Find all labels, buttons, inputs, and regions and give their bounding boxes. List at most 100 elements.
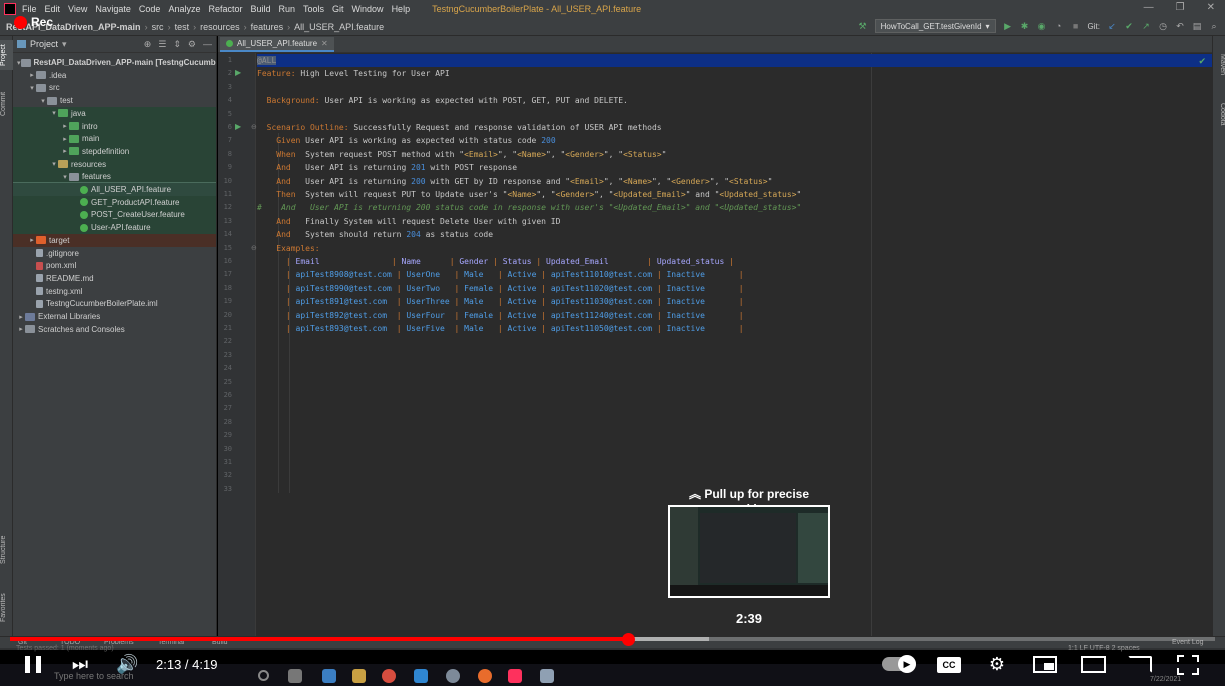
run-gutter-icon[interactable]: ▶ bbox=[235, 68, 241, 77]
project-panel-title[interactable]: Project bbox=[30, 39, 58, 49]
chevron-right-icon[interactable]: ▸ bbox=[17, 325, 25, 333]
menu-item-file[interactable]: File bbox=[22, 4, 37, 14]
breadcrumb-item[interactable]: test bbox=[175, 22, 190, 32]
tree-item[interactable]: GET_ProductAPI.feature bbox=[13, 195, 216, 209]
profile-icon[interactable]: ◔ bbox=[1054, 21, 1064, 31]
tab-all-user-api-feature[interactable]: All_USER_API.feature ✕ bbox=[220, 37, 334, 52]
history-icon[interactable]: ◷ bbox=[1158, 21, 1168, 31]
menu-item-analyze[interactable]: Analyze bbox=[168, 4, 200, 14]
taskbar-app-icon[interactable] bbox=[322, 669, 336, 683]
menu-item-help[interactable]: Help bbox=[392, 4, 411, 14]
close-icon[interactable]: ✕ bbox=[1207, 2, 1215, 13]
hide-panel-icon[interactable]: — bbox=[203, 39, 212, 50]
project-structure-icon[interactable]: ▤ bbox=[1192, 21, 1202, 31]
menu-item-refactor[interactable]: Refactor bbox=[208, 4, 242, 14]
menu-item-navigate[interactable]: Navigate bbox=[95, 4, 131, 14]
tool-tab-codota[interactable]: Codota bbox=[1213, 96, 1225, 132]
taskbar-app-icon[interactable] bbox=[288, 669, 302, 683]
pause-button[interactable] bbox=[22, 652, 44, 679]
breadcrumb-item[interactable]: resources bbox=[200, 22, 240, 32]
menu-item-code[interactable]: Code bbox=[139, 4, 161, 14]
minimize-icon[interactable]: — bbox=[1144, 2, 1154, 13]
chevron-right-icon[interactable]: ▸ bbox=[61, 135, 69, 143]
video-progress-bar[interactable] bbox=[10, 637, 1215, 641]
vscode-icon[interactable] bbox=[414, 669, 428, 683]
tree-item[interactable]: ▸ stepdefinition bbox=[13, 144, 216, 158]
chevron-right-icon[interactable]: ▸ bbox=[28, 236, 36, 244]
expand-all-icon[interactable]: ☰ bbox=[158, 39, 166, 50]
taskbar-app-icon[interactable] bbox=[446, 669, 460, 683]
chevron-right-icon[interactable]: ▸ bbox=[17, 313, 25, 321]
tree-item[interactable]: User-API.feature bbox=[13, 221, 216, 235]
taskbar-app-icon[interactable] bbox=[478, 669, 492, 683]
tree-item[interactable]: ▸ intro bbox=[13, 119, 216, 133]
tree-item[interactable]: ▸ Scratches and Consoles bbox=[13, 323, 216, 336]
chrome-icon[interactable] bbox=[382, 669, 396, 683]
tree-item[interactable]: ▾ test bbox=[13, 94, 216, 107]
volume-button[interactable]: 🔊 bbox=[116, 652, 138, 676]
menu-item-view[interactable]: View bbox=[68, 4, 87, 14]
menu-item-edit[interactable]: Edit bbox=[45, 4, 61, 14]
gear-icon[interactable]: ⚙ bbox=[188, 39, 196, 50]
tree-item[interactable]: ▾ RestAPI_DataDriven_APP-main [TestngCucu… bbox=[13, 56, 216, 69]
tree-item[interactable]: ▾ resources bbox=[13, 157, 216, 171]
tree-item[interactable]: .gitignore bbox=[13, 247, 216, 260]
tree-item[interactable]: ▸ External Libraries bbox=[13, 310, 216, 323]
locate-file-icon[interactable]: ⊕ bbox=[144, 39, 152, 50]
breadcrumb-item[interactable]: All_USER_API.feature bbox=[294, 22, 384, 32]
git-update-icon[interactable]: ↙ bbox=[1107, 21, 1117, 31]
chevron-down-icon[interactable]: ▾ bbox=[61, 173, 69, 181]
tool-tab-commit[interactable]: Commit bbox=[0, 86, 13, 122]
tool-tab-structure[interactable]: Structure bbox=[0, 530, 13, 570]
chevron-down-icon[interactable]: ▾ bbox=[50, 160, 58, 168]
git-push-icon[interactable]: ↗ bbox=[1141, 21, 1151, 31]
search-icon[interactable]: ⌕ bbox=[1209, 21, 1219, 31]
tree-item[interactable]: pom.xml bbox=[13, 259, 216, 272]
chevron-right-icon[interactable]: ▸ bbox=[61, 122, 69, 130]
tree-item[interactable]: POST_CreateUser.feature bbox=[13, 208, 216, 222]
miniplayer-button[interactable] bbox=[1033, 656, 1057, 673]
tree-item[interactable]: ▾ java bbox=[13, 106, 216, 120]
menu-item-build[interactable]: Build bbox=[250, 4, 270, 14]
chevron-right-icon[interactable]: ▸ bbox=[61, 147, 69, 155]
intellij-icon[interactable] bbox=[508, 669, 522, 683]
close-tab-icon[interactable]: ✕ bbox=[321, 39, 328, 48]
chevron-down-icon[interactable]: ▾ bbox=[50, 109, 58, 117]
menu-item-tools[interactable]: Tools bbox=[303, 4, 324, 14]
maximize-icon[interactable]: ❐ bbox=[1176, 2, 1185, 13]
settings-button[interactable]: ⚙ bbox=[985, 652, 1009, 676]
run-configuration-select[interactable]: HowToCall_GET.testGivenId ▾ bbox=[874, 19, 996, 33]
chevron-right-icon[interactable]: ▸ bbox=[28, 71, 36, 79]
taskbar-app-icon[interactable] bbox=[540, 669, 554, 683]
subtitles-button[interactable]: CC bbox=[937, 657, 961, 673]
next-button[interactable]: ⏭ bbox=[70, 652, 90, 676]
tool-tab-favorites[interactable]: Favorites bbox=[0, 588, 13, 628]
fullscreen-button[interactable] bbox=[1177, 655, 1199, 675]
tree-item[interactable]: ▾ features bbox=[13, 170, 216, 184]
theater-mode-button[interactable] bbox=[1081, 656, 1106, 673]
git-commit-icon[interactable]: ✔ bbox=[1124, 21, 1134, 31]
collapse-all-icon[interactable]: ⇕ bbox=[173, 39, 181, 50]
tree-item[interactable]: ▸ .idea bbox=[13, 69, 216, 82]
cast-button[interactable] bbox=[1128, 656, 1152, 673]
tree-item[interactable]: README.md bbox=[13, 272, 216, 285]
tree-item[interactable]: ▸ target bbox=[13, 233, 216, 247]
run-gutter-icon[interactable]: ▶ bbox=[235, 122, 241, 131]
fold-icon[interactable]: ⊖ bbox=[251, 244, 257, 252]
breadcrumb-item[interactable]: src bbox=[152, 22, 164, 32]
tree-item[interactable]: ▾ src bbox=[13, 81, 216, 94]
run-icon[interactable]: ▶ bbox=[1003, 21, 1013, 31]
chevron-down-icon[interactable]: ▾ bbox=[62, 39, 67, 50]
chevron-down-icon[interactable]: ▾ bbox=[17, 59, 21, 67]
tool-tab-project[interactable]: Project bbox=[0, 40, 13, 70]
fold-icon[interactable]: ⊖ bbox=[251, 123, 257, 131]
tree-item[interactable]: ▸ main bbox=[13, 132, 216, 146]
breadcrumb-item[interactable]: features bbox=[251, 22, 284, 32]
debug-icon[interactable]: ✱ bbox=[1020, 21, 1030, 31]
task-view-icon[interactable] bbox=[258, 670, 269, 681]
stop-icon[interactable]: ■ bbox=[1071, 21, 1081, 31]
build-hammer-icon[interactable]: ⚒ bbox=[858, 21, 868, 31]
menu-item-window[interactable]: Window bbox=[352, 4, 384, 14]
chevron-down-icon[interactable]: ▾ bbox=[39, 97, 47, 105]
tree-item[interactable]: TestngCucumberBoilerPlate.iml bbox=[13, 297, 216, 310]
